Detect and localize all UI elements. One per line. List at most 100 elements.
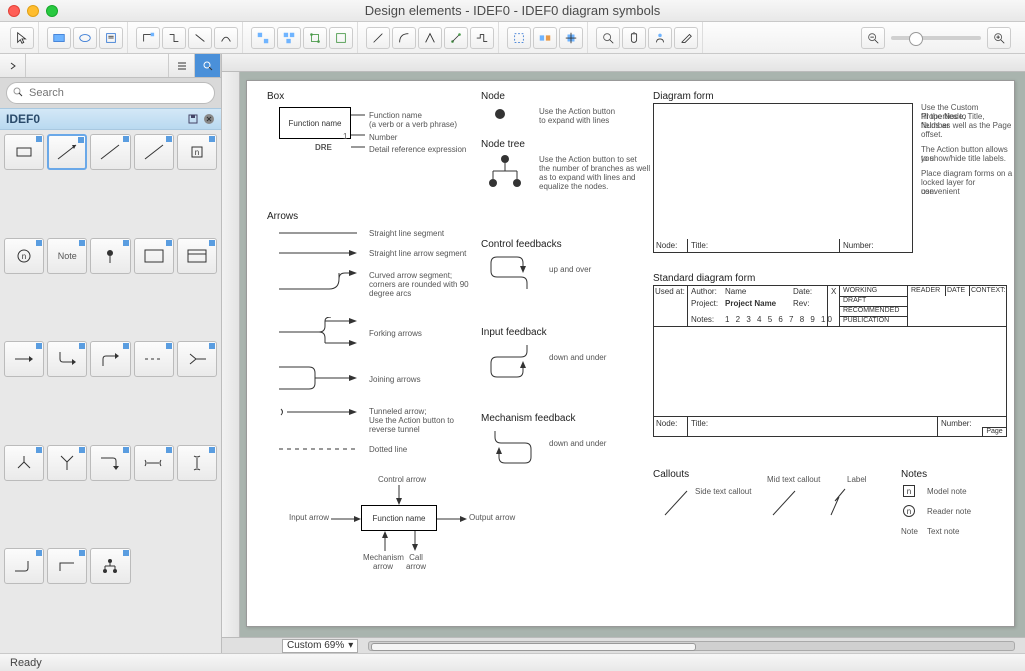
- group-tool-2[interactable]: [277, 27, 301, 49]
- status-text: Ready: [10, 657, 42, 669]
- lbl-mech2: arrow: [363, 562, 403, 571]
- lbl-fn: Function name: [369, 111, 422, 120]
- lbl-tun: Tunneled arrow;: [369, 407, 427, 416]
- heading-input-fb: Input feedback: [481, 327, 547, 338]
- rectangle-tool[interactable]: [47, 27, 71, 49]
- shape-corner-right-down[interactable]: [90, 445, 130, 481]
- shape-arrow-right[interactable]: [4, 341, 44, 377]
- lbl-straight: Straight line segment: [369, 229, 444, 238]
- shape-angle[interactable]: [47, 548, 87, 584]
- line-tool-3[interactable]: [418, 27, 442, 49]
- window-title: Design elements - IDEF0 - IDEF0 diagram …: [0, 3, 1025, 18]
- note-reader: Reader note: [927, 507, 971, 516]
- shape-corner-up-right[interactable]: [90, 341, 130, 377]
- sidebar-search-button[interactable]: [195, 54, 221, 77]
- snap-tool-2[interactable]: [533, 27, 557, 49]
- lbl-control: Control arrow: [378, 475, 426, 484]
- hand-tool[interactable]: [622, 27, 646, 49]
- df-node: Node:: [656, 241, 677, 250]
- heading-box: Box: [267, 91, 284, 102]
- sf-draft: DRAFT: [843, 297, 866, 304]
- line-tool-4[interactable]: [444, 27, 468, 49]
- shape-fork-left[interactable]: [177, 341, 217, 377]
- connector-tool-2[interactable]: [162, 27, 186, 49]
- shape-note-label[interactable]: Note: [47, 238, 87, 274]
- heading-diagform: Diagram form: [653, 91, 714, 102]
- ellipse-tool[interactable]: [73, 27, 97, 49]
- sf-number: Number:: [941, 419, 972, 428]
- library-header[interactable]: IDEF0: [0, 108, 221, 130]
- shape-line-diag2[interactable]: [134, 134, 174, 170]
- shape-dot-arrow[interactable]: [90, 238, 130, 274]
- sf-context: CONTEXT:: [971, 287, 1006, 294]
- shape-line-diag[interactable]: [90, 134, 130, 170]
- lbl-number: Number: [369, 133, 397, 142]
- shape-tunnel-right[interactable]: [134, 445, 174, 481]
- group-tool-1[interactable]: [251, 27, 275, 49]
- shape-dashed-line[interactable]: [134, 341, 174, 377]
- lbl-mech: Mechanism: [363, 553, 403, 562]
- pencil-tool[interactable]: [674, 27, 698, 49]
- shape-corner-down-right[interactable]: [47, 341, 87, 377]
- shape-fork-down[interactable]: [4, 445, 44, 481]
- shape-box-header[interactable]: [177, 238, 217, 274]
- shape-line-nw-se[interactable]: [47, 134, 87, 170]
- titlebar: Design elements - IDEF0 - IDEF0 diagram …: [0, 0, 1025, 22]
- shape-activity-box[interactable]: [4, 134, 44, 170]
- heading-ctrl-fb: Control feedbacks: [481, 239, 562, 250]
- sf-working: WORKING: [843, 287, 877, 294]
- shape-node-tree[interactable]: [90, 548, 130, 584]
- sidebar-filter-input[interactable]: [26, 54, 169, 77]
- heading-stdform: Standard diagram form: [653, 273, 755, 284]
- snap-tool-3[interactable]: [559, 27, 583, 49]
- nt-d4: equalize the nodes.: [539, 182, 608, 191]
- sf-page: Page: [982, 427, 1007, 437]
- library-name: IDEF0: [6, 112, 40, 126]
- connector-tool-3[interactable]: [188, 27, 212, 49]
- sidebar-list-icon[interactable]: [169, 54, 195, 77]
- group-tool-4[interactable]: [329, 27, 353, 49]
- shape-circle-n[interactable]: n: [4, 238, 44, 274]
- search-input[interactable]: [6, 82, 215, 104]
- nt-d1: Use the Action button to set: [539, 155, 637, 164]
- drawing-page[interactable]: Box Function name 1 DRE Function name (a…: [246, 80, 1015, 627]
- shape-palette: n n Note: [0, 130, 221, 653]
- note-reader-sym: n: [903, 505, 915, 517]
- lbl-dre: Detail reference expression: [369, 145, 466, 154]
- box-number: 1: [343, 132, 347, 141]
- activity-fn-text: Function name: [373, 514, 426, 523]
- shape-box-plain[interactable]: [134, 238, 174, 274]
- df-d9: use.: [921, 187, 936, 196]
- horizontal-scroll: Custom 69%▾: [222, 637, 1025, 653]
- zoom-tool[interactable]: [596, 27, 620, 49]
- sidebar-collapse-button[interactable]: [0, 54, 26, 77]
- sf-project-v: Project Name: [725, 299, 776, 308]
- close-library-icon[interactable]: [203, 113, 215, 125]
- shape-corner-up[interactable]: [4, 548, 44, 584]
- pointer-tool[interactable]: [10, 27, 34, 49]
- line-tool-1[interactable]: [366, 27, 390, 49]
- connector-tool-1[interactable]: [136, 27, 160, 49]
- zoom-select[interactable]: Custom 69%▾: [282, 639, 358, 653]
- shape-tunnel-down[interactable]: [177, 445, 217, 481]
- ruler-horizontal: [222, 54, 1025, 72]
- person-tool[interactable]: [648, 27, 672, 49]
- snap-tool-1[interactable]: [507, 27, 531, 49]
- text-tool[interactable]: [99, 27, 123, 49]
- save-icon[interactable]: [187, 113, 199, 125]
- h-scrollbar[interactable]: [368, 641, 1015, 651]
- zoom-in-button[interactable]: [987, 27, 1011, 49]
- lbl-curved2: corners are rounded with 90: [369, 280, 469, 289]
- group-tool-3[interactable]: [303, 27, 327, 49]
- shape-label-n[interactable]: n: [177, 134, 217, 170]
- std-form-body: [653, 327, 1007, 417]
- co-side: Side text callout: [695, 487, 751, 496]
- connector-tool-4[interactable]: [214, 27, 238, 49]
- zoom-out-button[interactable]: [861, 27, 885, 49]
- canvas-area: Box Function name 1 DRE Function name (a…: [222, 54, 1025, 653]
- shape-join-down[interactable]: [47, 445, 87, 481]
- lbl-curved3: degree arcs: [369, 289, 411, 298]
- line-tool-2[interactable]: [392, 27, 416, 49]
- line-tool-5[interactable]: [470, 27, 494, 49]
- zoom-slider[interactable]: [891, 36, 981, 40]
